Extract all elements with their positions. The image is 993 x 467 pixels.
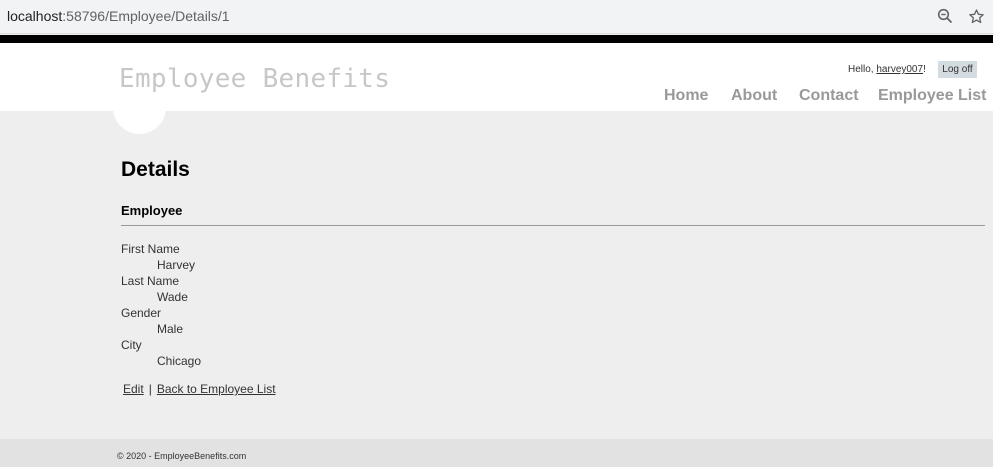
- back-to-list-link[interactable]: Back to Employee List: [157, 382, 276, 396]
- greeting-suffix: !: [923, 64, 926, 75]
- field-label: Gender: [121, 306, 162, 320]
- action-links: Edit | Back to Employee List: [121, 382, 985, 396]
- field-value: Male: [157, 322, 184, 336]
- nav-contact[interactable]: Contact: [799, 87, 859, 105]
- url-host: localhost: [7, 8, 63, 24]
- browser-address-bar: localhost:58796/Employee/Details/1: [0, 0, 993, 34]
- field-value: Wade: [157, 290, 188, 304]
- site-brand[interactable]: Employee Benefits: [119, 64, 390, 94]
- zoom-icon[interactable]: [936, 7, 954, 25]
- logoff-button[interactable]: Log off: [938, 61, 977, 78]
- main-content: Details Employee First Name Harvey Last …: [121, 155, 985, 396]
- field-value: Harvey: [157, 258, 196, 272]
- user-greeting: Hello, harvey007!: [848, 64, 926, 75]
- field-value: Chicago: [157, 354, 202, 368]
- copyright-text: © 2020 - EmployeeBenefits.com: [117, 451, 247, 461]
- site-footer: © 2020 - EmployeeBenefits.com: [0, 439, 993, 467]
- field-label: First Name: [121, 242, 180, 256]
- nav-about[interactable]: About: [731, 87, 777, 105]
- section-title: Employee: [121, 203, 183, 218]
- edit-link[interactable]: Edit: [123, 382, 144, 396]
- nav-home[interactable]: Home: [664, 87, 708, 105]
- header-decoration: [113, 92, 166, 134]
- page-title: Details: [121, 158, 190, 181]
- link-separator: |: [148, 382, 152, 396]
- field-label: Last Name: [121, 274, 180, 288]
- divider: [121, 225, 985, 226]
- star-icon[interactable]: [967, 7, 985, 25]
- url-field[interactable]: localhost:58796/Employee/Details/1: [7, 8, 230, 24]
- nav-employee-list[interactable]: Employee List: [878, 87, 986, 105]
- field-label: City: [121, 338, 142, 352]
- greeting-prefix: Hello,: [848, 64, 877, 75]
- details-list: First Name Harvey Last Name Wade Gender …: [121, 241, 985, 369]
- url-path: :58796/Employee/Details/1: [62, 8, 230, 24]
- username-link[interactable]: harvey007: [876, 64, 923, 75]
- navbar-top-stripe: [0, 35, 993, 43]
